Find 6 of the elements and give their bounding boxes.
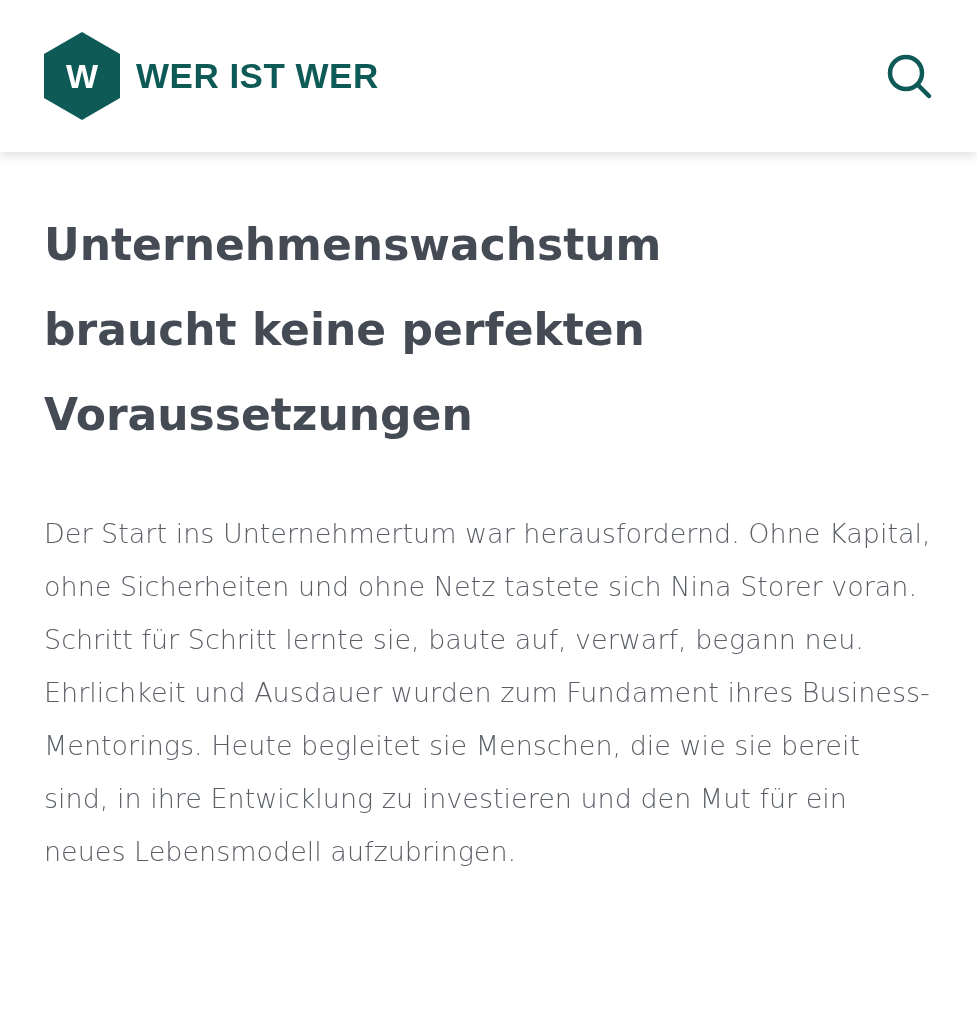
article-paragraph: Der Start ins Unternehmertum war herausfordernd. Ohne Kapital, ohne Sicherheiten und ohne Netz tastete sich Nina Storer voran. Schritt für Schritt lernte sie, baute auf, verwarf, begann neu. Ehrlichkeit und Ausdauer wurden zum Fundament ihres Business-Mentorings. Heute begleitet sie Menschen, die wie sie bereit sind, in ihre Entwicklung zu investieren und den Mut für ein neues Lebensmodell aufzubringen. — [44, 517, 932, 869]
article-title: Unternehmenswachstum braucht keine perfekten Voraussetzungen — [44, 218, 663, 442]
search-icon — [885, 52, 933, 100]
search-button[interactable] — [885, 52, 933, 100]
site-logo[interactable]: W WER IST WER — [44, 32, 379, 120]
logo-hexagon-icon: W — [44, 32, 120, 120]
